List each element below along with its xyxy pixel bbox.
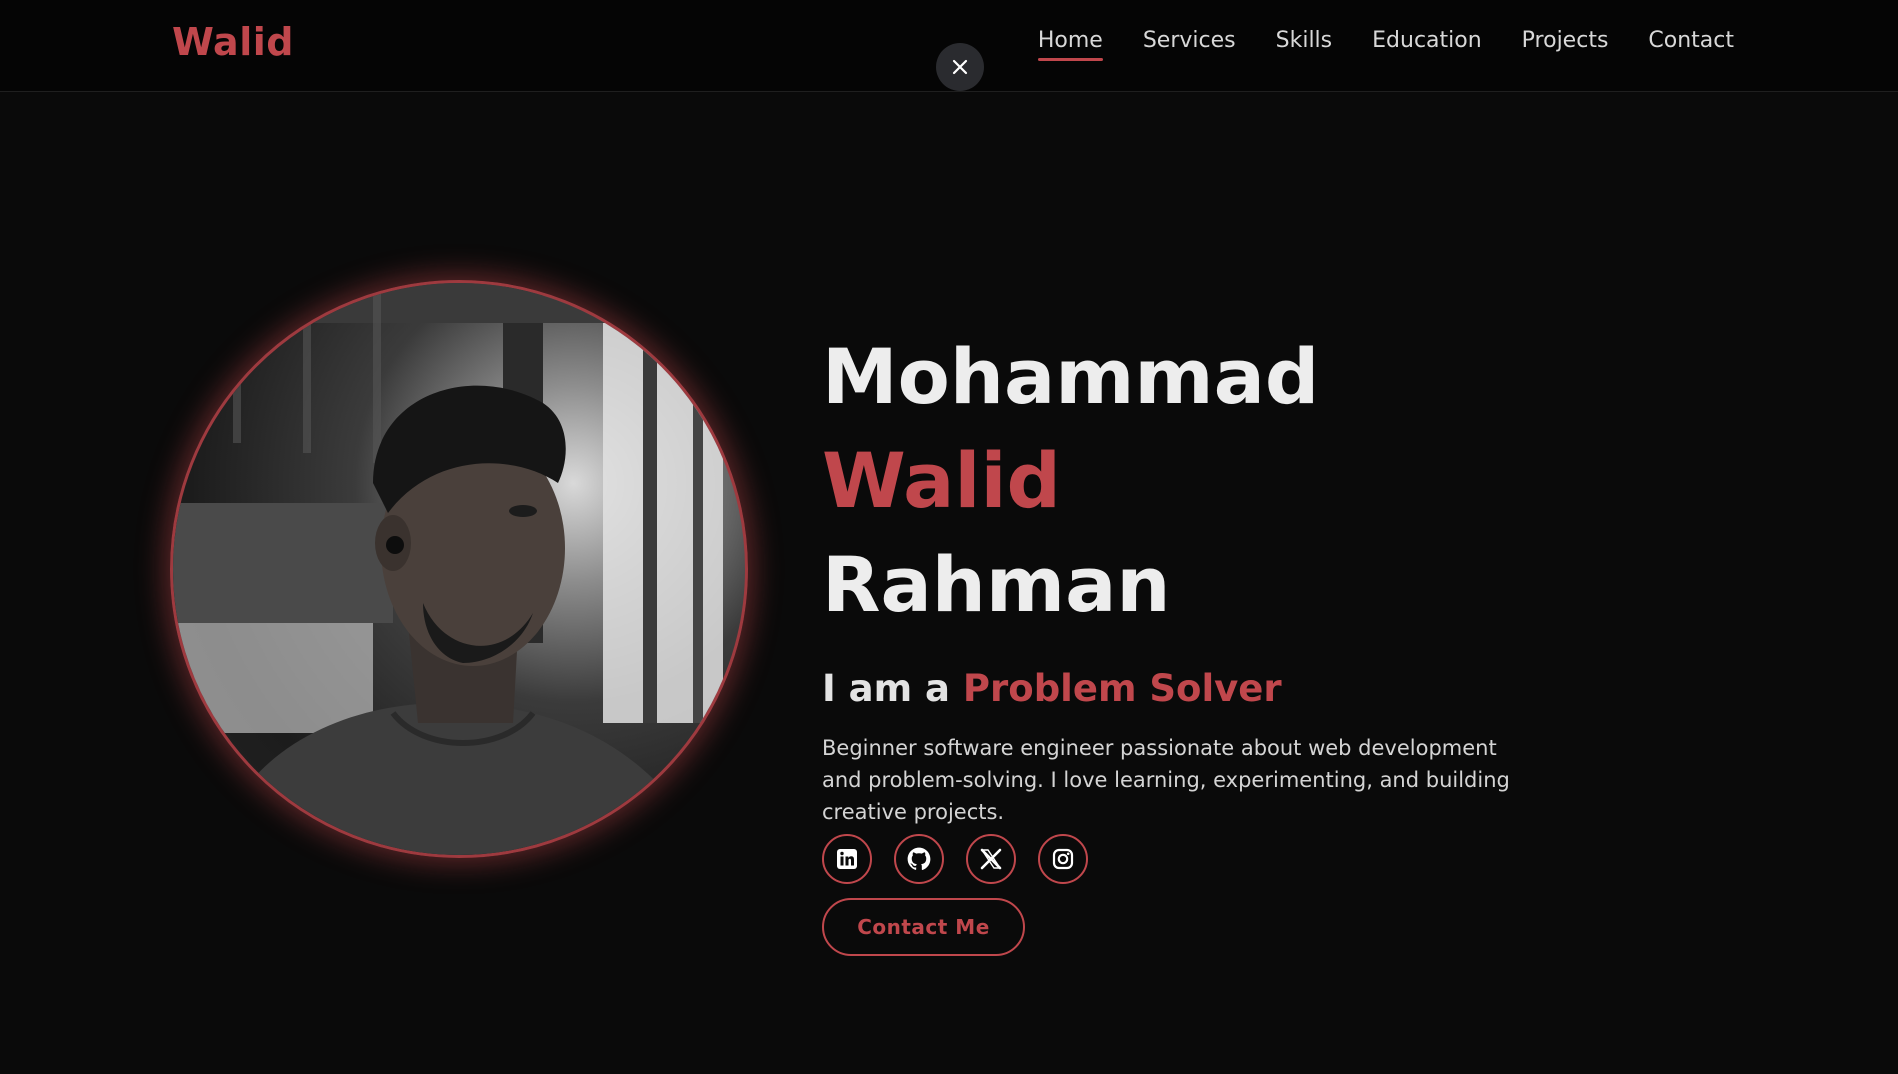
github-link[interactable] xyxy=(894,834,944,884)
social-links xyxy=(822,834,1542,884)
role-prefix: I am a xyxy=(822,667,963,710)
hero-role: I am a Problem Solver xyxy=(822,667,1542,710)
linkedin-link[interactable] xyxy=(822,834,872,884)
nav-link-skills[interactable]: Skills xyxy=(1276,28,1333,61)
nav-link-education[interactable]: Education xyxy=(1372,28,1482,61)
navbar: Walid Home Services Skills Education Pro… xyxy=(0,0,1898,92)
close-button[interactable] xyxy=(936,43,984,91)
x-link[interactable] xyxy=(966,834,1016,884)
hero-text: Mohammad Walid Rahman I am a Problem Sol… xyxy=(822,325,1542,956)
name-first: Mohammad xyxy=(822,332,1320,421)
site-logo[interactable]: Walid xyxy=(172,20,294,64)
github-icon xyxy=(907,847,931,870)
profile-photo xyxy=(170,280,748,858)
instagram-icon xyxy=(1052,848,1074,870)
linkedin-icon xyxy=(837,849,857,869)
nav-menu: Home Services Skills Education Projects … xyxy=(998,28,1734,61)
nav-link-projects[interactable]: Projects xyxy=(1522,28,1609,61)
hero-description: Beginner software engineer passionate ab… xyxy=(822,736,1510,824)
name-last: Rahman xyxy=(822,540,1171,629)
name-accent: Walid xyxy=(822,436,1061,525)
close-icon xyxy=(952,59,968,75)
nav-link-home[interactable]: Home xyxy=(1037,28,1103,61)
instagram-link[interactable] xyxy=(1038,834,1088,884)
hero-name: Mohammad Walid Rahman xyxy=(822,325,1542,637)
profile-photo-illustration xyxy=(173,283,745,855)
contact-me-button[interactable]: Contact Me xyxy=(822,898,1025,956)
nav-link-services[interactable]: Services xyxy=(1143,28,1236,61)
nav-link-contact[interactable]: Contact xyxy=(1648,28,1734,61)
x-icon xyxy=(980,848,1002,870)
role-accent: Problem Solver xyxy=(962,667,1282,710)
